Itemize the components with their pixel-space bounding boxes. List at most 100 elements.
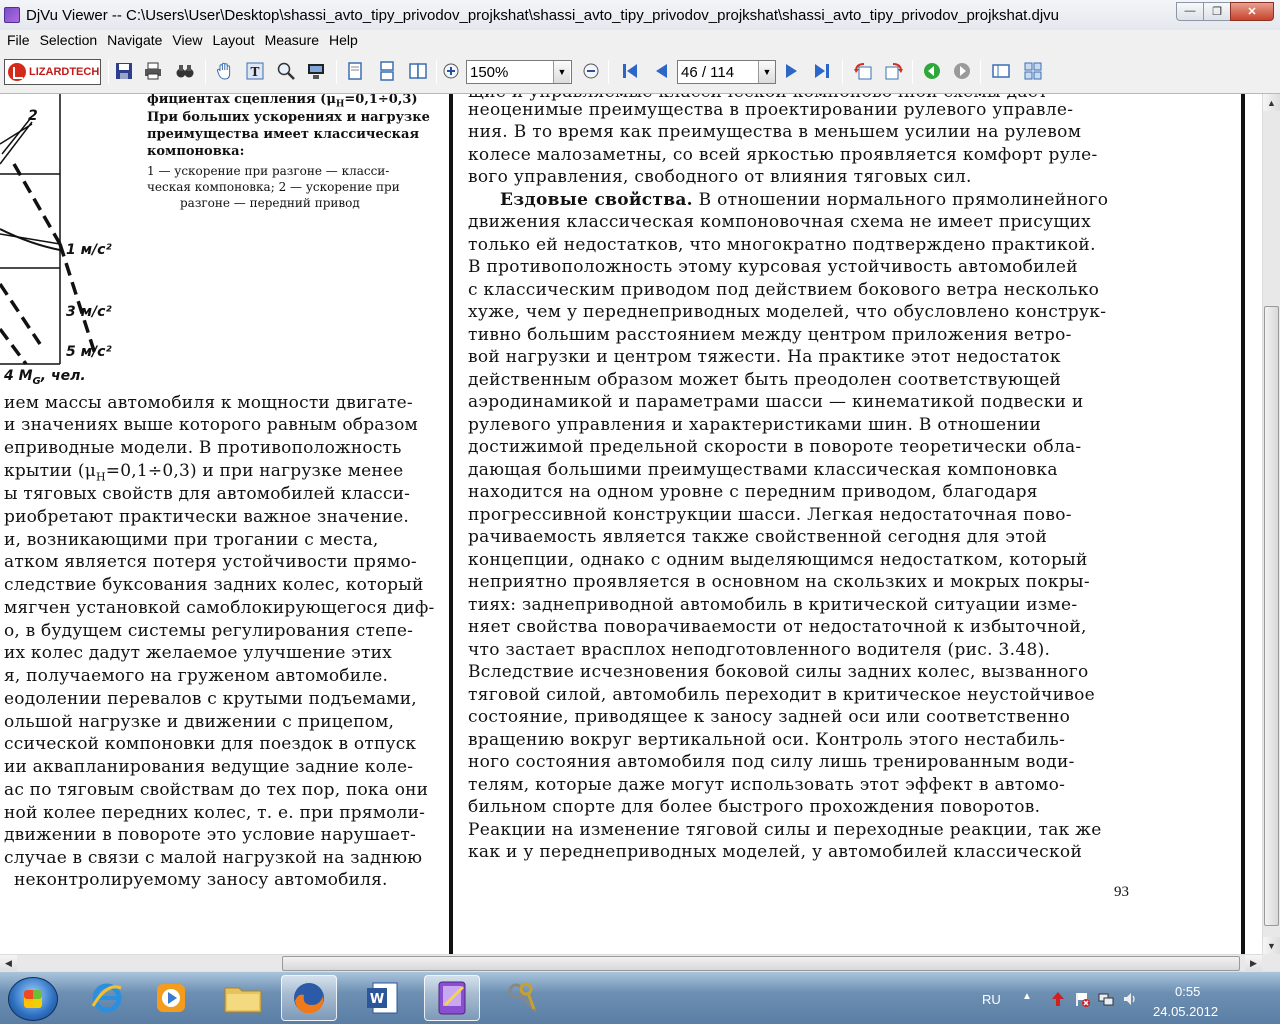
text-line: Реакции на изменение тяговой силы и пере… <box>468 820 1102 840</box>
close-icon[interactable]: ✕ <box>1230 1 1274 21</box>
word-icon[interactable]: W <box>354 975 410 1021</box>
vertical-scrollbar[interactable]: ▲ ▼ <box>1262 94 1280 954</box>
text-line: действенным образом может быть преодолен… <box>468 370 1062 390</box>
scroll-down-icon[interactable]: ▼ <box>1263 937 1280 954</box>
toolbar: LIZARDTECH T ▼ <box>0 50 1280 94</box>
language-indicator[interactable]: RU <box>982 992 1001 1007</box>
clock-time[interactable]: 0:55 <box>1175 984 1200 999</box>
right-page: щие и управляемые классической компоново… <box>456 94 1262 954</box>
internet-explorer-icon[interactable] <box>79 975 135 1021</box>
zoom-in-icon[interactable] <box>440 60 462 82</box>
windows-explorer-icon[interactable] <box>215 975 271 1021</box>
windows-start-icon[interactable] <box>8 977 58 1021</box>
text-line: ольшой нагрузке и движении с прицепом, <box>4 712 395 732</box>
show-hidden-icons-icon[interactable]: ▲ <box>1022 991 1038 1007</box>
zoom-input[interactable] <box>467 62 553 82</box>
text-line: их колес дадут желаемое улучшение этих <box>4 643 392 663</box>
chevron-down-icon[interactable]: ▼ <box>553 61 570 83</box>
menu-navigate[interactable]: Navigate <box>102 32 167 48</box>
text-line: еодолении перевалов с крутыми подъемами, <box>4 689 417 709</box>
text-line: вой нагрузки и центром тяжести. На практ… <box>468 347 1061 367</box>
text-line: еприводные модели. В противоположность <box>4 438 402 458</box>
continuous-page-icon[interactable] <box>376 60 398 82</box>
first-page-icon[interactable] <box>619 60 641 82</box>
scroll-right-icon[interactable]: ▶ <box>1245 955 1262 972</box>
lizardtech-logo[interactable]: LIZARDTECH <box>4 59 101 85</box>
text-line: тивно большим расстоянием между центром … <box>468 325 1072 345</box>
minimize-icon[interactable]: — <box>1176 1 1204 21</box>
text-line: что застает врасплох неподготовленного в… <box>468 640 1051 660</box>
djvu-app-icon[interactable] <box>4 7 20 23</box>
page-input[interactable] <box>678 62 758 82</box>
scroll-up-icon[interactable]: ▲ <box>1263 94 1280 111</box>
text-line: колесе малозаметны, со всей яркостью про… <box>468 145 1098 165</box>
text-line: мягчен установкой самоблокирующегося диф… <box>4 598 435 618</box>
text-line: ием массы автомобиля к мощности двигате- <box>4 393 413 413</box>
chart-label-3ms2: 3 м/с² <box>66 304 112 320</box>
text-line: Ездовые свойства. В отношении нормальног… <box>500 190 1108 210</box>
facing-pages-icon[interactable] <box>407 60 429 82</box>
print-icon[interactable] <box>142 60 164 82</box>
caption-line: преимущества имеет классическая <box>147 127 420 142</box>
next-page-icon[interactable] <box>781 60 803 82</box>
text-line: неприятно проявляется в основном на скол… <box>468 572 1090 592</box>
chevron-down-icon[interactable]: ▼ <box>758 61 775 83</box>
text-line: атком является потеря устойчивости прямо… <box>4 552 417 572</box>
media-player-icon[interactable] <box>143 975 199 1021</box>
caption-text: фициентах сцепления (μ <box>147 94 336 107</box>
horizontal-scroll-thumb[interactable] <box>282 956 1240 971</box>
text-part: В отношении нормального прямолинейного <box>692 190 1109 210</box>
document-view[interactable]: 2 1 м/с² 3 м/с² 5 м/с² 4 MG, чел. фициен… <box>0 94 1262 954</box>
text-line: няет свойства поворачиваемости от недост… <box>468 617 1087 637</box>
djvu-viewer-icon[interactable] <box>424 975 480 1021</box>
save-icon[interactable] <box>113 60 135 82</box>
horizontal-scrollbar[interactable]: ◀ ▶ <box>0 954 1262 972</box>
forward-icon[interactable] <box>951 60 973 82</box>
text-select-icon[interactable]: T <box>244 60 266 82</box>
pan-hand-icon[interactable] <box>214 60 236 82</box>
firefox-icon[interactable] <box>281 975 337 1021</box>
page-combo[interactable]: ▼ <box>677 60 776 84</box>
text-line: концепции, однако с одним выделяющимся н… <box>468 550 1088 570</box>
restore-icon[interactable]: ❐ <box>1203 1 1231 21</box>
rotate-right-icon[interactable] <box>883 60 905 82</box>
system-tray: RU ▲ 0:55 24.05.2012 <box>970 972 1280 1024</box>
zoom-combo[interactable]: ▼ <box>466 60 572 84</box>
text-line: ас по тяговым свойствам до тех пор, пока… <box>4 780 429 800</box>
last-page-icon[interactable] <box>811 60 833 82</box>
menu-layout[interactable]: Layout <box>208 32 260 48</box>
single-page-icon[interactable] <box>344 60 366 82</box>
network-icon[interactable] <box>1098 991 1114 1007</box>
keys-utility-icon[interactable] <box>495 975 551 1021</box>
text-part: крытии (μ <box>4 461 96 481</box>
menu-file[interactable]: File <box>2 32 35 48</box>
text-line: неконтролируемому заносу автомобиля. <box>14 870 388 890</box>
toolbar-separator <box>108 60 109 84</box>
zoom-tool-icon[interactable] <box>275 60 297 82</box>
scroll-left-icon[interactable]: ◀ <box>0 955 17 972</box>
text-line: и, возникающими при трогании с места, <box>4 530 379 550</box>
outline-icon[interactable] <box>1022 60 1044 82</box>
clock-date[interactable]: 24.05.2012 <box>1153 1004 1218 1019</box>
menu-selection[interactable]: Selection <box>35 32 103 48</box>
zoom-out-icon[interactable] <box>580 60 602 82</box>
text-line: ной колее передних колес, т. е. при прям… <box>4 803 426 823</box>
volume-icon[interactable] <box>1122 991 1138 1007</box>
title-bar: DjVu Viewer -- C:\Users\User\Desktop\sha… <box>0 0 1280 30</box>
find-binoculars-icon[interactable] <box>174 60 196 82</box>
menu-view[interactable]: View <box>167 32 207 48</box>
snapshot-icon[interactable] <box>305 60 327 82</box>
rotate-left-icon[interactable] <box>852 60 874 82</box>
flag-error-icon[interactable] <box>1074 991 1090 1007</box>
lizardtech-mark-icon <box>8 63 26 81</box>
thumbnails-icon[interactable] <box>990 60 1012 82</box>
back-icon[interactable] <box>921 60 943 82</box>
chart-label-2: 2 <box>28 108 38 124</box>
menu-help[interactable]: Help <box>324 32 363 48</box>
text-line: риобретают практически важное значение. <box>4 507 410 527</box>
previous-page-icon[interactable] <box>650 60 672 82</box>
text-line: вращению вокруг вертикальной оси. Контро… <box>468 730 1066 750</box>
menu-measure[interactable]: Measure <box>260 32 324 48</box>
network-red-icon[interactable] <box>1050 991 1066 1007</box>
vertical-scroll-thumb[interactable] <box>1264 306 1279 926</box>
